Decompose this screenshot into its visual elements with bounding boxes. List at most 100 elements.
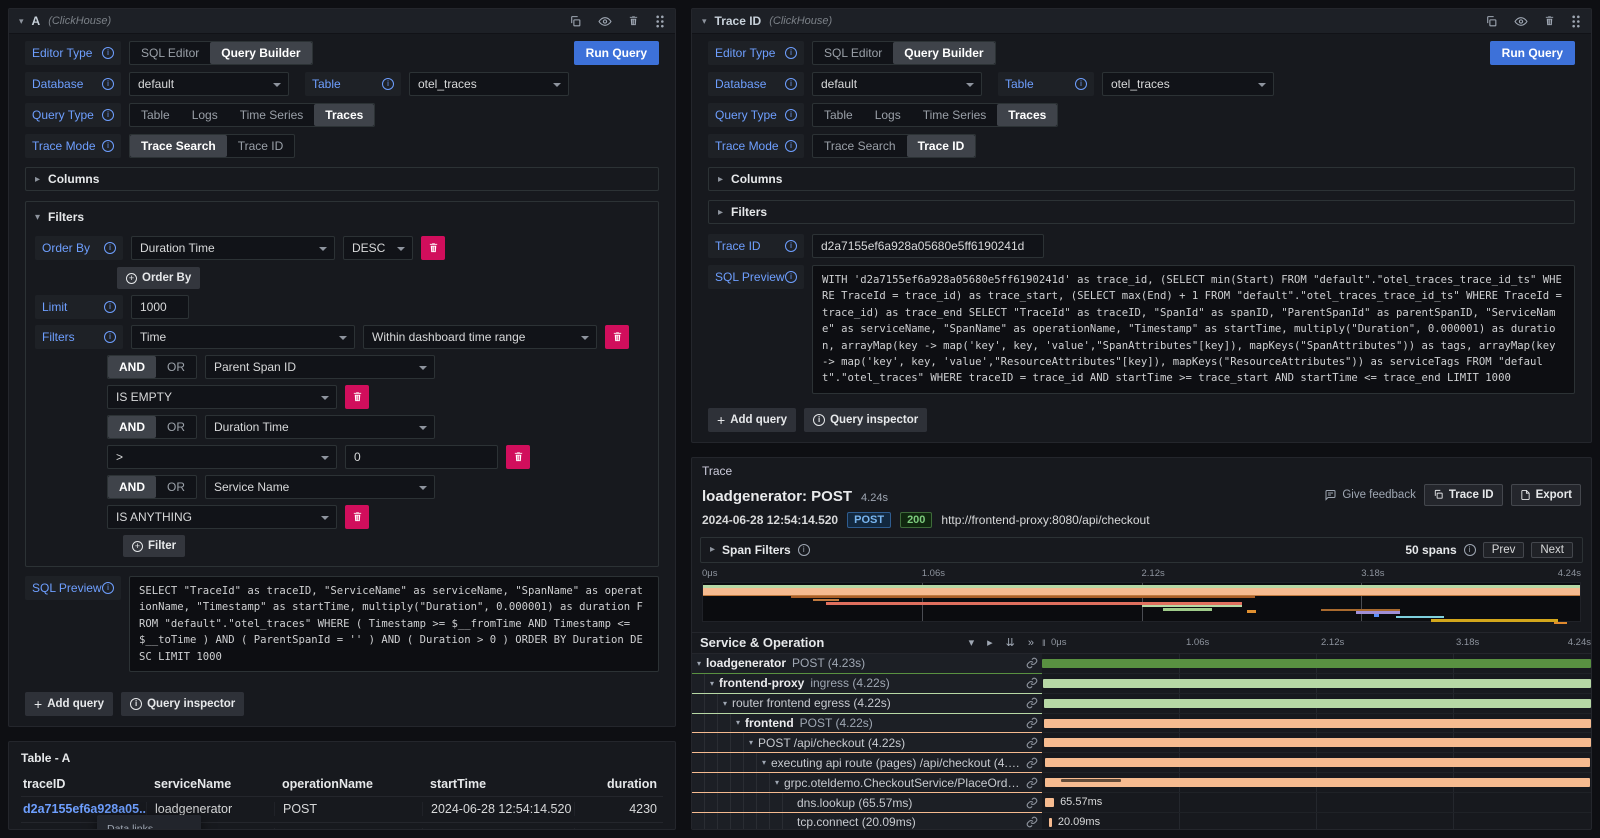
panel-traceid-header[interactable]: ▾ Trace ID (ClickHouse) — [692, 9, 1591, 34]
span-timeline[interactable] — [1042, 714, 1591, 734]
link-icon[interactable] — [1022, 677, 1038, 689]
query-type-traces[interactable]: Traces — [314, 104, 374, 126]
span-bar[interactable] — [1045, 798, 1054, 807]
span-bar[interactable] — [1045, 758, 1590, 767]
trace-search-option[interactable]: Trace Search — [813, 135, 907, 157]
run-query-button[interactable]: Run Query — [1490, 41, 1575, 65]
trace-id-option[interactable]: Trace ID — [227, 135, 295, 157]
chevron-down-icon[interactable]: ▾ — [757, 758, 771, 767]
and-option[interactable]: AND — [108, 416, 156, 438]
query-type-table[interactable]: Table — [130, 104, 181, 126]
filter-field-select[interactable]: Duration Time — [205, 415, 435, 439]
remove-filter-button[interactable] — [345, 385, 369, 409]
span-bar[interactable] — [1043, 679, 1591, 688]
or-option[interactable]: OR — [156, 416, 196, 438]
order-by-field-select[interactable]: Duration Time — [131, 236, 335, 260]
trace-id-option[interactable]: Trace ID — [907, 135, 976, 157]
limit-input[interactable]: 1000 — [131, 295, 189, 319]
span-name-cell[interactable]: ▾grpc.oteldemo.CheckoutService/PlaceOrde… — [692, 773, 1042, 793]
span-timeline[interactable] — [1042, 694, 1591, 714]
drag-grip-icon[interactable] — [655, 15, 665, 28]
span-row[interactable]: dns.lookup (65.57ms)65.57ms — [692, 793, 1591, 813]
order-by-dir-select[interactable]: DESC — [343, 236, 413, 260]
give-feedback-button[interactable]: Give feedback — [1324, 489, 1416, 501]
trace-id-input[interactable]: d2a7155ef6a928a05680e5ff6190241d — [812, 234, 1044, 258]
span-row[interactable]: ▾loadgeneratorPOST (4.23s) — [692, 654, 1591, 674]
database-select[interactable]: default — [812, 72, 982, 96]
link-icon[interactable] — [1022, 797, 1038, 809]
add-filter-button[interactable]: +Filter — [123, 535, 185, 557]
expand-one-icon[interactable]: ▸ — [987, 636, 993, 649]
remove-filter-button[interactable] — [605, 325, 629, 349]
trash-icon[interactable] — [628, 15, 639, 27]
span-bar[interactable] — [1044, 738, 1590, 747]
span-filters-label[interactable]: Span Filters — [722, 543, 791, 557]
filter-op-select[interactable]: > — [107, 445, 337, 469]
column-resize-handle[interactable]: ‖ — [1042, 638, 1051, 648]
col-operationname[interactable]: operationName — [274, 777, 422, 791]
span-row[interactable]: ▾router frontend egress (4.22s) — [692, 694, 1591, 714]
span-row[interactable]: ▾grpc.oteldemo.CheckoutService/PlaceOrde… — [692, 773, 1591, 793]
trace-id-button[interactable]: Trace ID — [1424, 484, 1503, 506]
sql-editor-option[interactable]: SQL Editor — [813, 42, 893, 64]
or-option[interactable]: OR — [156, 476, 196, 498]
trash-icon[interactable] — [1544, 15, 1555, 27]
remove-filter-button[interactable] — [345, 505, 369, 529]
eye-icon[interactable] — [1514, 15, 1528, 28]
collapse-all-icon[interactable]: ⇊ — [1006, 636, 1015, 649]
chevron-down-icon[interactable]: ▾ — [731, 718, 745, 727]
trace-minimap[interactable] — [702, 582, 1581, 622]
filter-time-value-select[interactable]: Within dashboard time range — [363, 325, 597, 349]
chevron-down-icon[interactable]: ▾ — [744, 738, 758, 747]
span-timeline[interactable] — [1042, 733, 1591, 753]
span-row[interactable]: tcp.connect (20.09ms)20.09ms — [692, 813, 1591, 829]
collapse-one-icon[interactable]: ▾ — [969, 636, 975, 649]
chevron-down-icon[interactable]: ▾ — [718, 699, 732, 708]
filter-value-input[interactable]: 0 — [345, 445, 498, 469]
chevron-down-icon[interactable]: ▾ — [770, 778, 784, 787]
add-order-by-button[interactable]: +Order By — [117, 267, 200, 289]
add-query-button[interactable]: +Add query — [708, 408, 796, 432]
chevron-down-icon[interactable]: ▾ — [692, 659, 706, 668]
eye-icon[interactable] — [598, 15, 612, 28]
span-name-cell[interactable]: ▾frontend-proxyingress (4.22s) — [692, 674, 1042, 694]
col-starttime[interactable]: startTime — [422, 777, 574, 791]
span-name-cell[interactable]: ▾POST /api/checkout (4.22s) — [692, 733, 1042, 753]
span-row[interactable]: ▾frontend-proxyingress (4.22s) — [692, 674, 1591, 694]
next-button[interactable]: Next — [1531, 542, 1573, 558]
query-type-table[interactable]: Table — [813, 104, 864, 126]
filter-time-field-select[interactable]: Time — [131, 325, 355, 349]
table-select[interactable]: otel_traces — [1102, 72, 1274, 96]
query-builder-option[interactable]: Query Builder — [210, 42, 311, 64]
run-query-button[interactable]: Run Query — [574, 41, 659, 65]
link-icon[interactable] — [1022, 717, 1038, 729]
span-name-cell[interactable]: tcp.connect (20.09ms) — [692, 813, 1042, 829]
chevron-right-icon[interactable]: ▸ — [710, 544, 715, 555]
expand-all-icon[interactable]: » — [1028, 637, 1034, 649]
col-traceid[interactable]: traceID — [21, 777, 146, 791]
link-icon[interactable] — [1022, 697, 1038, 709]
col-duration[interactable]: duration — [574, 777, 663, 791]
query-type-timeseries[interactable]: Time Series — [229, 104, 315, 126]
filter-field-select[interactable]: Service Name — [205, 475, 435, 499]
columns-section[interactable]: ▸ Columns — [25, 167, 659, 191]
span-name-cell[interactable]: dns.lookup (65.57ms) — [692, 793, 1042, 813]
filters-section-collapsed[interactable]: ▸ Filters — [708, 200, 1575, 224]
query-inspector-button[interactable]: iQuery inspector — [804, 408, 927, 432]
and-option[interactable]: AND — [108, 356, 156, 378]
add-query-button[interactable]: +Add query — [25, 692, 113, 716]
columns-section[interactable]: ▸ Columns — [708, 167, 1575, 191]
query-type-logs[interactable]: Logs — [181, 104, 229, 126]
remove-filter-button[interactable] — [506, 445, 530, 469]
trace-search-option[interactable]: Trace Search — [130, 135, 227, 157]
link-icon[interactable] — [1022, 816, 1038, 828]
and-option[interactable]: AND — [108, 476, 156, 498]
filters-section-header[interactable]: ▾ Filters — [35, 210, 649, 224]
duplicate-icon[interactable] — [569, 15, 582, 28]
col-servicename[interactable]: serviceName — [146, 777, 274, 791]
table-select[interactable]: otel_traces — [409, 72, 569, 96]
span-timeline[interactable] — [1042, 674, 1591, 694]
query-type-logs[interactable]: Logs — [864, 104, 912, 126]
span-timeline[interactable] — [1042, 773, 1591, 793]
link-icon[interactable] — [1022, 757, 1038, 769]
